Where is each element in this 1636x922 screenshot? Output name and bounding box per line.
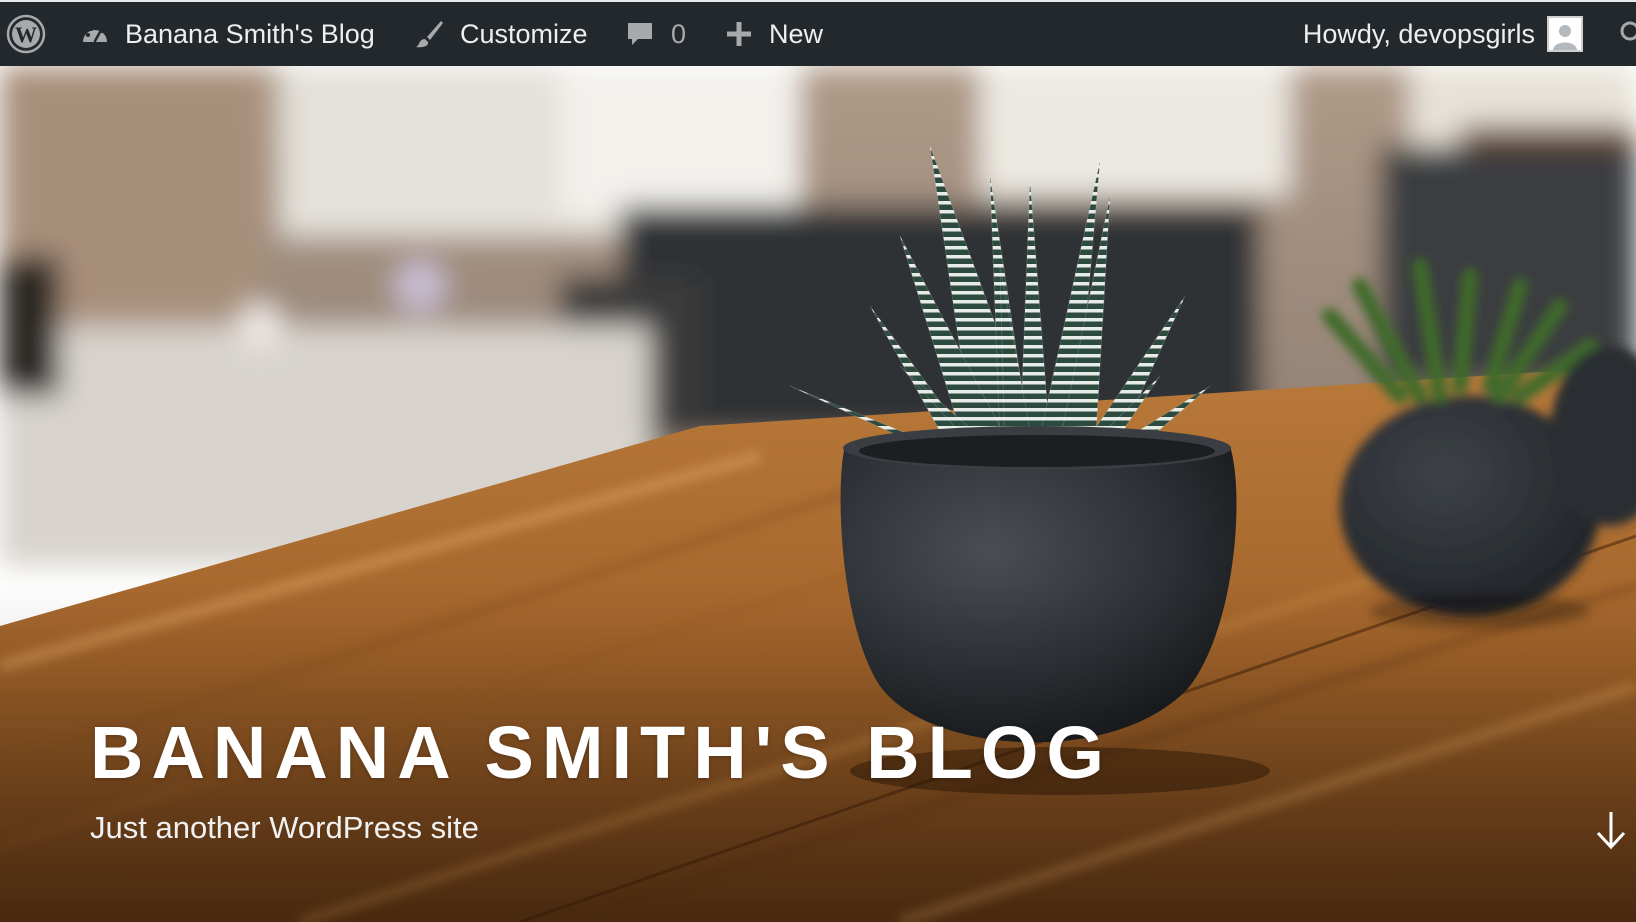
wordpress-logo-icon: W — [6, 14, 46, 54]
customize-label: Customize — [460, 18, 588, 49]
my-account-menu[interactable]: Howdy, devopsgirls — [1303, 2, 1583, 66]
site-title[interactable]: BANANA SMITH'S BLOG — [90, 716, 1112, 790]
site-name-menu[interactable]: Banana Smith's Blog — [80, 2, 375, 66]
account-greeting: Howdy, devopsgirls — [1302, 18, 1535, 49]
comments-link[interactable]: 0 — [626, 2, 686, 66]
site-description: Just another WordPress site — [90, 810, 479, 845]
paintbrush-icon — [413, 18, 445, 50]
new-label: New — [769, 18, 824, 49]
search-icon — [1618, 19, 1636, 49]
comment-bubble-icon — [626, 20, 654, 48]
user-avatar-icon — [1547, 16, 1583, 52]
new-content-menu[interactable]: New — [725, 2, 823, 66]
wordpress-menu[interactable]: W — [6, 2, 52, 66]
search-toggle[interactable] — [1618, 2, 1636, 66]
scroll-down-button[interactable] — [1591, 810, 1631, 854]
comments-count: 0 — [671, 18, 687, 49]
dashboard-icon — [80, 19, 110, 49]
site-branding: BANANA SMITH'S BLOG Just another WordPre… — [90, 716, 1112, 845]
arrow-down-icon — [1594, 810, 1628, 855]
customize-link[interactable]: Customize — [413, 2, 588, 66]
svg-text:W: W — [15, 22, 37, 47]
admin-bar: W Banana Smith's Blog Customize 0 New Ho… — [0, 0, 1636, 66]
plus-icon — [725, 20, 753, 48]
custom-header: BANANA SMITH'S BLOG Just another WordPre… — [0, 66, 1636, 922]
site-name-label: Banana Smith's Blog — [125, 18, 375, 49]
